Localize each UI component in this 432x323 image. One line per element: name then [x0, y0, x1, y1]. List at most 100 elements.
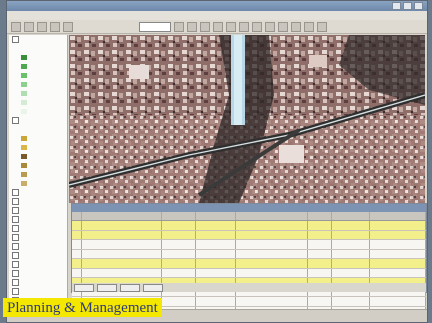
layer-checkbox-icon[interactable]	[12, 117, 19, 124]
toc-layer[interactable]	[9, 242, 67, 251]
window-close-icon[interactable]	[414, 2, 423, 10]
toc-layer[interactable]	[9, 278, 67, 287]
legend-swatch	[21, 136, 27, 141]
toolbar-button-icon[interactable]	[291, 21, 301, 32]
table-cell	[332, 249, 370, 258]
toc-layer[interactable]	[9, 44, 67, 53]
column-header[interactable]	[332, 212, 370, 220]
table-cell	[82, 221, 162, 230]
table-cell	[196, 230, 236, 239]
toc-layer[interactable]	[9, 206, 67, 215]
table-cell	[82, 240, 162, 249]
table-cell	[72, 240, 82, 249]
toc-layer[interactable]	[9, 116, 67, 125]
table-cell	[370, 268, 426, 277]
table-cell	[308, 249, 332, 258]
layer-checkbox-icon[interactable]	[12, 189, 19, 196]
layer-checkbox-icon[interactable]	[12, 198, 19, 205]
toolbar-button-icon[interactable]	[11, 21, 21, 32]
table-nav-button[interactable]	[74, 283, 94, 292]
table-row[interactable]	[72, 230, 426, 240]
table-cell	[332, 268, 370, 277]
toolbar-button-icon[interactable]	[317, 21, 327, 32]
layer-checkbox-icon[interactable]	[12, 225, 19, 232]
toc-layer[interactable]	[9, 251, 67, 260]
toc-layer[interactable]	[9, 197, 67, 206]
table-row[interactable]	[72, 268, 426, 278]
table-nav-button[interactable]	[97, 283, 117, 292]
layer-checkbox-icon[interactable]	[12, 234, 19, 241]
layer-checkbox-icon[interactable]	[12, 270, 19, 277]
column-header[interactable]	[308, 212, 332, 220]
layer-checkbox-icon[interactable]	[12, 261, 19, 268]
column-header[interactable]	[82, 212, 162, 220]
layer-checkbox-icon[interactable]	[12, 207, 19, 214]
toc-layer[interactable]	[9, 125, 67, 134]
toolbar-button-icon[interactable]	[37, 21, 47, 32]
toolbar-button-icon[interactable]	[278, 21, 288, 32]
toc-layer[interactable]	[9, 215, 67, 224]
legend-swatch	[21, 64, 27, 69]
toolbar-button-icon[interactable]	[63, 21, 73, 32]
table-cell	[236, 259, 308, 268]
window-maximize-icon[interactable]	[403, 2, 412, 10]
layer-checkbox-icon[interactable]	[12, 279, 19, 286]
toolbar-button-icon[interactable]	[174, 21, 184, 32]
toolbar-button-icon[interactable]	[239, 21, 249, 32]
table-row[interactable]	[72, 249, 426, 259]
toolbar-button-icon[interactable]	[24, 21, 34, 32]
toc-layer[interactable]	[9, 224, 67, 233]
column-header[interactable]	[236, 212, 308, 220]
table-nav-button[interactable]	[120, 283, 140, 292]
layer-checkbox-icon[interactable]	[12, 243, 19, 250]
column-header[interactable]	[196, 212, 236, 220]
table-cell	[370, 249, 426, 258]
toc-layer[interactable]	[9, 287, 67, 296]
toc-layer[interactable]	[9, 269, 67, 278]
layer-checkbox-icon[interactable]	[12, 216, 19, 223]
toolbar-button-icon[interactable]	[213, 21, 223, 32]
toolbar-button-icon[interactable]	[187, 21, 197, 32]
toolbar-button-icon[interactable]	[50, 21, 60, 32]
toc-layer[interactable]	[9, 260, 67, 269]
table-row[interactable]	[72, 240, 426, 250]
title-bar	[7, 1, 427, 11]
table-cell	[162, 268, 196, 277]
table-cell	[196, 249, 236, 258]
aerial-map-image[interactable]	[69, 35, 425, 203]
toc-legend-item	[9, 62, 67, 71]
toolbar-button-icon[interactable]	[200, 21, 210, 32]
map-scale-field[interactable]	[139, 21, 171, 32]
column-header[interactable]	[72, 212, 82, 220]
layer-checkbox-icon[interactable]	[12, 252, 19, 259]
table-row[interactable]	[72, 221, 426, 231]
table-cell	[308, 268, 332, 277]
table-cell	[236, 240, 308, 249]
table-row[interactable]	[72, 259, 426, 269]
layer-checkbox-icon[interactable]	[12, 288, 19, 295]
map-view[interactable]	[69, 35, 425, 203]
background-frame: Planning & Management	[0, 0, 432, 323]
table-cell	[82, 249, 162, 258]
window-minimize-icon[interactable]	[392, 2, 401, 10]
toc-layer[interactable]	[9, 188, 67, 197]
column-header[interactable]	[162, 212, 196, 220]
column-header[interactable]	[370, 212, 426, 220]
toc-layer[interactable]	[9, 233, 67, 242]
table-cell	[370, 240, 426, 249]
legend-swatch	[21, 181, 27, 186]
table-cell	[308, 221, 332, 230]
table-cell	[370, 297, 426, 306]
table-cell	[162, 297, 196, 306]
toolbar-button-icon[interactable]	[226, 21, 236, 32]
table-cell	[162, 240, 196, 249]
table-options-button[interactable]	[143, 283, 163, 292]
table-cell	[236, 268, 308, 277]
toc-layer[interactable]	[9, 35, 67, 44]
table-cell	[82, 230, 162, 239]
layer-checkbox-icon[interactable]	[12, 36, 19, 43]
toc-legend-item	[9, 134, 67, 143]
toolbar-button-icon[interactable]	[265, 21, 275, 32]
toolbar-button-icon[interactable]	[252, 21, 262, 32]
toolbar-button-icon[interactable]	[304, 21, 314, 32]
